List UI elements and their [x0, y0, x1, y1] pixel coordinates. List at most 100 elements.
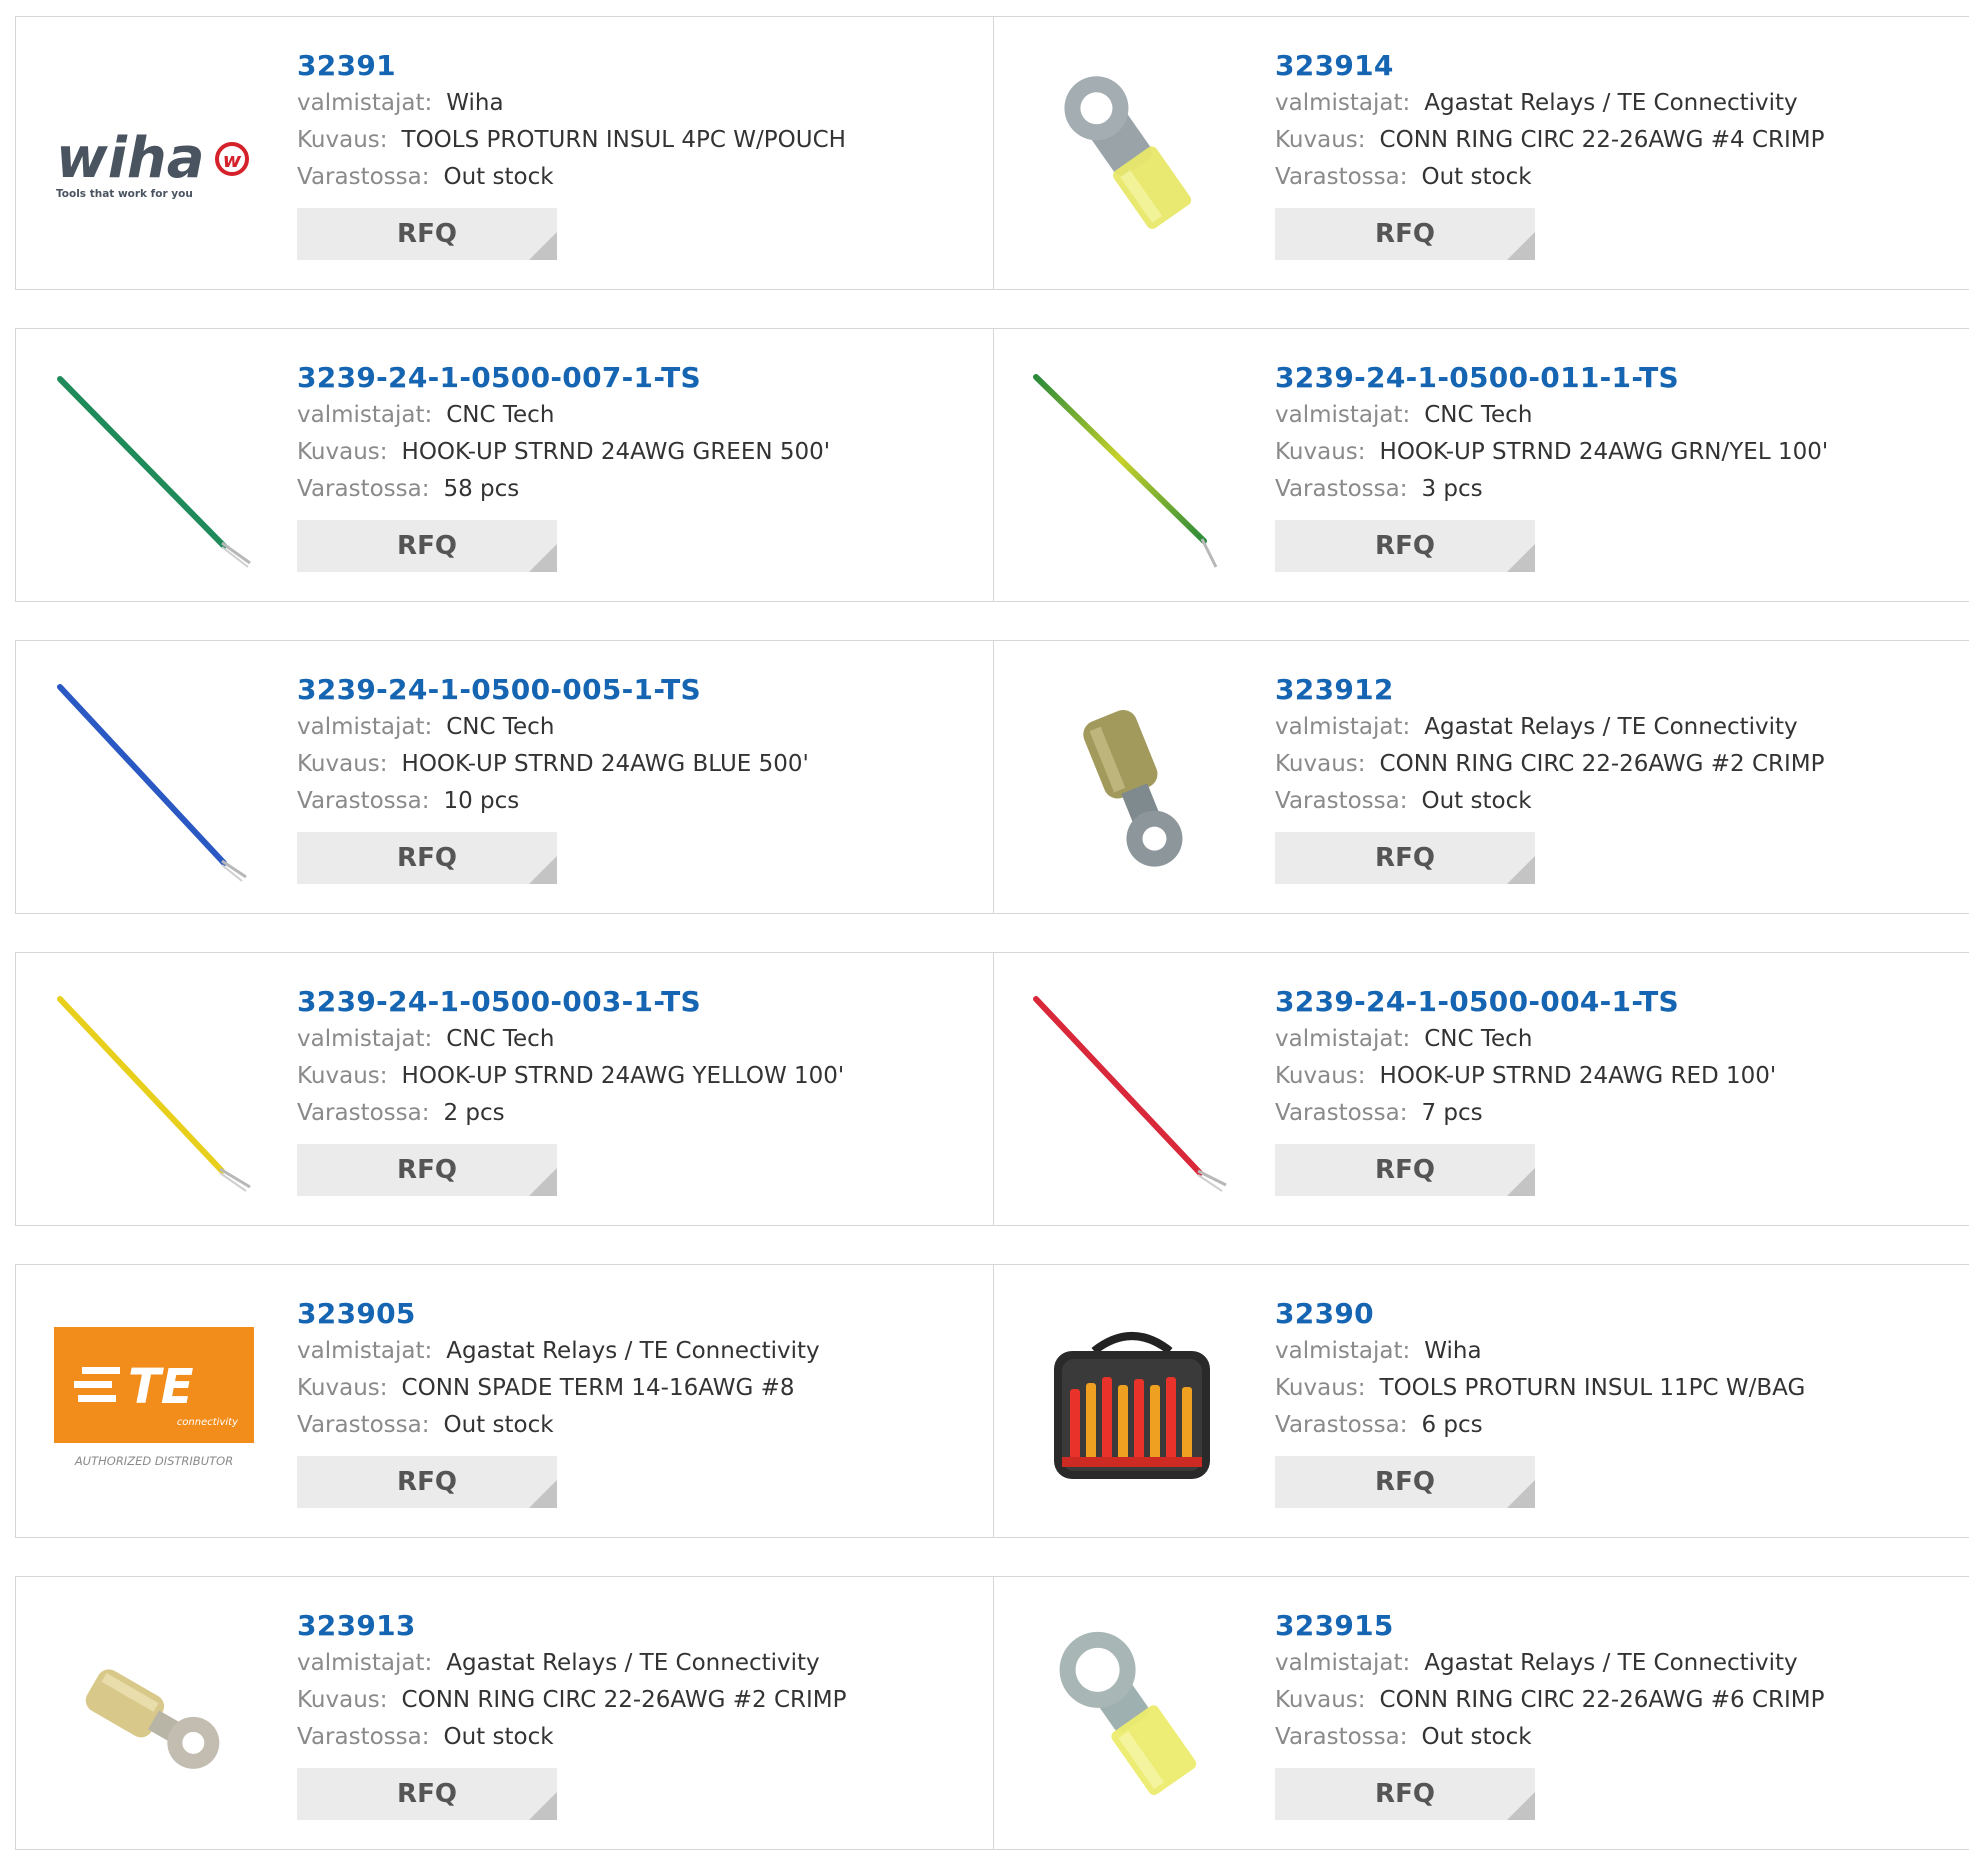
- manufacturer-label: valmistajat:: [297, 402, 433, 428]
- rfq-button[interactable]: RFQ: [297, 1456, 557, 1508]
- rfq-label: RFQ: [397, 219, 457, 249]
- ring-terminal-icon: [1059, 1631, 1197, 1795]
- product-image[interactable]: [1032, 1307, 1232, 1507]
- stock-value: Out stock: [1421, 164, 1532, 190]
- stock-line: Varastossa: Out stock: [1275, 1719, 1825, 1756]
- part-number-link[interactable]: 323913: [297, 1607, 847, 1645]
- product-image[interactable]: TE connectivity AUTHORIZED DISTRIBUTOR: [54, 1307, 254, 1507]
- description-label: Kuvaus:: [1275, 1063, 1366, 1089]
- description-label: Kuvaus:: [297, 1375, 388, 1401]
- part-number-link[interactable]: 32391: [297, 47, 846, 85]
- rfq-button[interactable]: RFQ: [1275, 208, 1535, 260]
- manufacturer-value: Wiha: [1424, 1338, 1482, 1364]
- ring-terminal-icon: [1083, 709, 1183, 867]
- product-image[interactable]: [1032, 683, 1232, 883]
- manufacturer-value: CNC Tech: [446, 1026, 555, 1052]
- stock-value: 7 pcs: [1421, 1100, 1483, 1126]
- description-value: HOOK-UP STRND 24AWG GREEN 500': [401, 439, 831, 465]
- product-image[interactable]: [1032, 1619, 1232, 1819]
- stock-line: Varastossa: Out stock: [1275, 783, 1825, 820]
- part-number-link[interactable]: 323915: [1275, 1607, 1825, 1645]
- wire-icon: [1033, 996, 1227, 1192]
- rfq-button[interactable]: RFQ: [297, 1144, 557, 1196]
- manufacturer-label: valmistajat:: [297, 1338, 433, 1364]
- product-image[interactable]: [54, 995, 254, 1195]
- manufacturer-value: CNC Tech: [446, 402, 555, 428]
- stock-label: Varastossa:: [297, 1100, 430, 1126]
- stock-label: Varastossa:: [1275, 1100, 1408, 1126]
- manufacturer-line: valmistajat: Agastat Relays / TE Connecti…: [297, 1333, 820, 1370]
- rfq-button[interactable]: RFQ: [1275, 1456, 1535, 1508]
- part-number-link[interactable]: 3239-24-1-0500-005-1-TS: [297, 671, 809, 709]
- stock-line: Varastossa: Out stock: [297, 1407, 820, 1444]
- product-card: TE connectivity AUTHORIZED DISTRIBUTOR 3…: [16, 1265, 993, 1537]
- rfq-button[interactable]: RFQ: [1275, 1144, 1535, 1196]
- part-number-link[interactable]: 3239-24-1-0500-004-1-TS: [1275, 983, 1776, 1021]
- stock-label: Varastossa:: [297, 164, 430, 190]
- stock-label: Varastossa:: [297, 476, 430, 502]
- description-label: Kuvaus:: [1275, 127, 1366, 153]
- product-image[interactable]: [54, 683, 254, 883]
- rfq-button[interactable]: RFQ: [297, 832, 557, 884]
- manufacturer-label: valmistajat:: [297, 90, 433, 116]
- rfq-button[interactable]: RFQ: [1275, 520, 1535, 572]
- description-label: Kuvaus:: [297, 127, 388, 153]
- manufacturer-label: valmistajat:: [297, 1026, 433, 1052]
- product-card: 323912 valmistajat: Agastat Relays / TE C…: [994, 641, 1969, 913]
- manufacturer-label: valmistajat:: [1275, 714, 1411, 740]
- rfq-button[interactable]: RFQ: [297, 208, 557, 260]
- product-image[interactable]: [1032, 59, 1232, 259]
- stock-line: Varastossa: Out stock: [297, 159, 846, 196]
- rfq-button[interactable]: RFQ: [297, 520, 557, 572]
- part-number-link[interactable]: 323905: [297, 1295, 820, 1333]
- corner-triangle-icon: [1507, 544, 1535, 572]
- description-line: Kuvaus: HOOK-UP STRND 24AWG RED 100': [1275, 1058, 1776, 1095]
- product-image[interactable]: wiha w Tools that work for you: [54, 59, 254, 259]
- description-label: Kuvaus:: [297, 1063, 388, 1089]
- product-image[interactable]: [1032, 995, 1232, 1195]
- stock-value: 10 pcs: [443, 788, 520, 814]
- rfq-button[interactable]: RFQ: [297, 1768, 557, 1820]
- part-number-link[interactable]: 3239-24-1-0500-011-1-TS: [1275, 359, 1828, 397]
- stock-line: Varastossa: 7 pcs: [1275, 1095, 1776, 1132]
- product-row: wiha w Tools that work for you 32391 val…: [15, 16, 1969, 290]
- description-value: CONN RING CIRC 22-26AWG #2 CRIMP: [401, 1687, 847, 1713]
- manufacturer-line: valmistajat: Agastat Relays / TE Connecti…: [1275, 1645, 1825, 1682]
- part-number-link[interactable]: 3239-24-1-0500-003-1-TS: [297, 983, 844, 1021]
- corner-triangle-icon: [1507, 856, 1535, 884]
- ring-terminal-icon: [1064, 76, 1192, 229]
- part-number-link[interactable]: 3239-24-1-0500-007-1-TS: [297, 359, 830, 397]
- stock-label: Varastossa:: [297, 1412, 430, 1438]
- wire-icon: [57, 376, 251, 568]
- rfq-label: RFQ: [1375, 531, 1435, 561]
- part-number-link[interactable]: 32390: [1275, 1295, 1805, 1333]
- description-line: Kuvaus: CONN RING CIRC 22-26AWG #2 CRIMP: [1275, 746, 1825, 783]
- part-number-link[interactable]: 323914: [1275, 47, 1825, 85]
- product-image[interactable]: [54, 371, 254, 571]
- rfq-button[interactable]: RFQ: [1275, 832, 1535, 884]
- corner-triangle-icon: [529, 1168, 557, 1196]
- manufacturer-line: valmistajat: Agastat Relays / TE Connecti…: [297, 1645, 847, 1682]
- description-line: Kuvaus: HOOK-UP STRND 24AWG YELLOW 100': [297, 1058, 844, 1095]
- product-image[interactable]: [54, 1619, 254, 1819]
- stock-label: Varastossa:: [1275, 788, 1408, 814]
- corner-triangle-icon: [529, 1480, 557, 1508]
- manufacturer-label: valmistajat:: [297, 1650, 433, 1676]
- description-line: Kuvaus: HOOK-UP STRND 24AWG BLUE 500': [297, 746, 809, 783]
- stock-label: Varastossa:: [1275, 1412, 1408, 1438]
- te-logo: TE connectivity AUTHORIZED DISTRIBUTOR: [54, 1327, 254, 1468]
- product-info: 323913 valmistajat: Agastat Relays / TE C…: [297, 1607, 847, 1820]
- product-info: 32390 valmistajat: Wiha Kuvaus: TOOLS PROT…: [1275, 1295, 1805, 1508]
- stock-value: Out stock: [443, 164, 554, 190]
- rfq-button[interactable]: RFQ: [1275, 1768, 1535, 1820]
- manufacturer-value: Agastat Relays / TE Connectivity: [446, 1338, 820, 1364]
- description-label: Kuvaus:: [297, 751, 388, 777]
- product-row: 3239-24-1-0500-003-1-TS valmistajat: CNC …: [15, 952, 1969, 1226]
- description-line: Kuvaus: TOOLS PROTURN INSUL 11PC W/BAG: [1275, 1370, 1805, 1407]
- part-number-link[interactable]: 323912: [1275, 671, 1825, 709]
- description-label: Kuvaus:: [297, 439, 388, 465]
- product-image[interactable]: [1032, 371, 1232, 571]
- stock-label: Varastossa:: [297, 788, 430, 814]
- stock-line: Varastossa: 6 pcs: [1275, 1407, 1805, 1444]
- manufacturer-line: valmistajat: CNC Tech: [297, 709, 809, 746]
